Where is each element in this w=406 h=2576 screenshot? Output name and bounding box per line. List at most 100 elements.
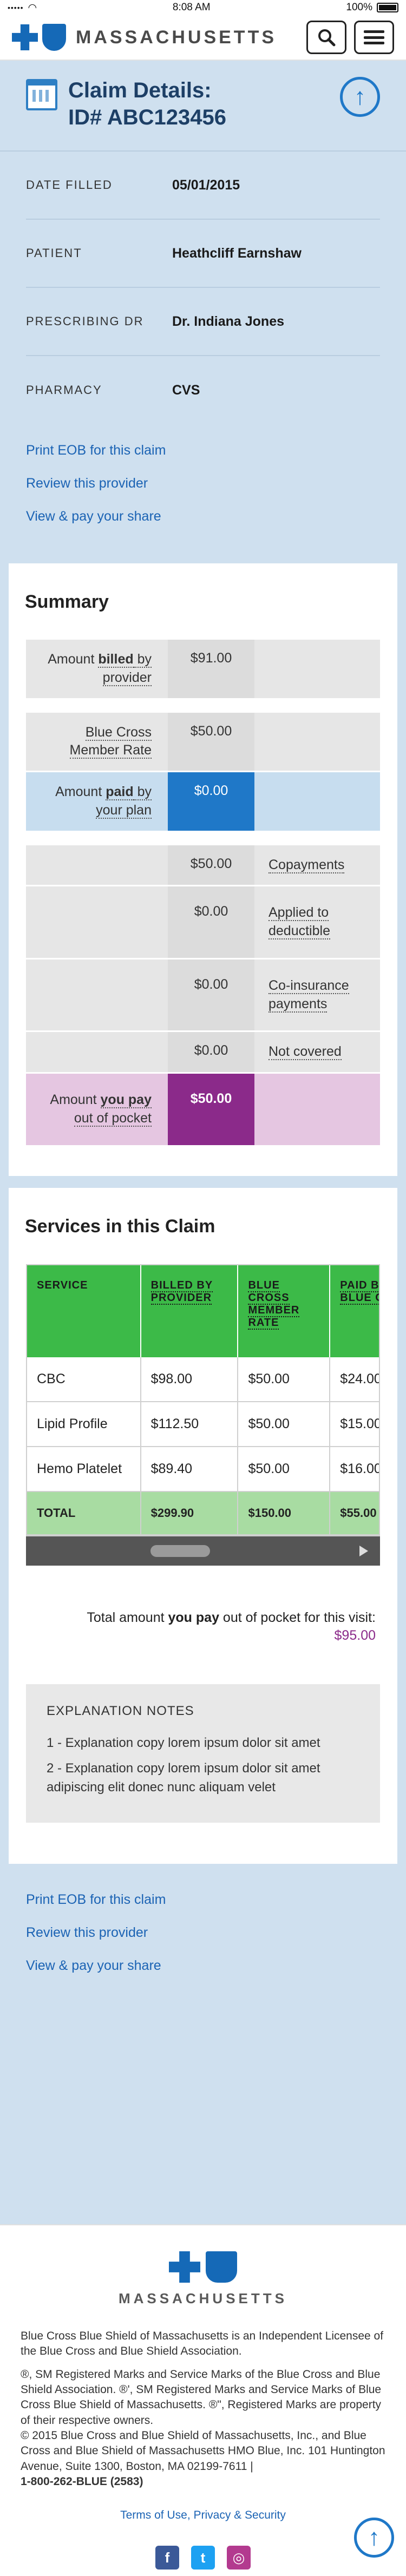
cell-total-rate: $150.00: [238, 1491, 331, 1535]
coinsurance-value: $0.00: [168, 959, 254, 1031]
detail-value: CVS: [172, 382, 200, 398]
visit-total-amount: $95.00: [334, 1628, 376, 1644]
member-rate-row: Blue Cross Member Rate $50.00: [26, 712, 380, 772]
detail-label: PATIENT: [26, 246, 82, 260]
back-to-top-button[interactable]: ↑: [354, 2518, 394, 2558]
bottom-links: Print EOB for this claim Review this pro…: [0, 1864, 406, 2023]
blue-cross-icon: [12, 24, 38, 50]
col-member-rate: BLUE CROSS MEMBER RATE: [238, 1265, 331, 1357]
cell-service: Hemo Platelet: [27, 1446, 141, 1492]
paid-value: $0.00: [168, 772, 254, 831]
signal-icon: •••••: [8, 3, 24, 12]
paid-label: Amount paid by your plan: [26, 772, 168, 831]
cell-paid: $24.00: [330, 1357, 379, 1402]
explanation-notes: EXPLANATION NOTES 1 - Explanation copy l…: [26, 1684, 380, 1823]
summary-grid: Amount billed by provider $91.00 Blue Cr…: [26, 640, 380, 1147]
copay-row: $50.00 Copayments: [26, 845, 380, 887]
pay-share-link[interactable]: View & pay your share: [26, 509, 380, 524]
menu-button[interactable]: [354, 21, 394, 54]
claim-title-line1: Claim Details:: [68, 78, 212, 102]
battery-icon: [377, 3, 398, 12]
note-item: 2 - Explanation copy lorem ipsum dolor s…: [47, 1760, 320, 1795]
scroll-right-icon[interactable]: [359, 1545, 368, 1556]
calendar-icon: [26, 79, 57, 110]
page: ••••• ◠ 8:08 AM 100% MASSACHUSETTS Claim…: [0, 0, 406, 2576]
detail-value: Heathcliff Earnshaw: [172, 245, 302, 261]
claim-links: Print EOB for this claim Review this pro…: [26, 424, 380, 524]
table-scrollbar[interactable]: [26, 1536, 380, 1566]
table-header-row: SERVICE BILLED BY PROVIDER BLUE CROSS ME…: [27, 1265, 379, 1357]
services-card: Services in this Claim SERVICE BILLED BY…: [9, 1187, 397, 1864]
cell-paid: $16.00: [330, 1446, 379, 1492]
member-rate-label: Blue Cross Member Rate: [26, 712, 168, 771]
scroll-thumb[interactable]: [150, 1545, 210, 1557]
table-total-row: TOTAL $299.90 $150.00 $55.00: [27, 1491, 379, 1535]
coinsurance-label: Co-insurance payments: [254, 959, 380, 1031]
blue-cross-icon: [169, 2251, 200, 2283]
detail-row-patient: PATIENT Heathcliff Earnshaw: [26, 220, 380, 288]
brand-name: MASSACHUSETTS: [76, 27, 277, 48]
legal-para: Blue Cross Blue Shield of Massachusetts …: [21, 2330, 384, 2358]
search-icon: [318, 29, 336, 47]
deductible-label: Applied to deductible: [254, 886, 380, 958]
terms-link[interactable]: Terms of Use, Privacy & Security: [21, 2509, 385, 2522]
instagram-icon[interactable]: ◎: [227, 2546, 251, 2570]
print-eob-link[interactable]: Print EOB for this claim: [26, 1892, 380, 1908]
cell-paid: $15.00: [330, 1401, 379, 1447]
search-button[interactable]: [306, 21, 346, 54]
claim-details: Claim Details: ID# ABC123456 ↑ DATE FILL…: [0, 61, 406, 563]
footer-legal: Blue Cross Blue Shield of Massachusetts …: [21, 2329, 385, 2489]
col-paid: PAID BY BLUE CROSS: [330, 1265, 379, 1357]
collapse-button[interactable]: ↑: [340, 77, 380, 117]
claim-id: ID# ABC123456: [68, 106, 227, 129]
copay-label: Copayments: [254, 845, 380, 885]
not-covered-row: $0.00 Not covered: [26, 1032, 380, 1074]
detail-value: 05/01/2015: [172, 177, 240, 193]
status-time: 8:08 AM: [172, 2, 211, 13]
not-covered-value: $0.00: [168, 1032, 254, 1072]
billed-value: $91.00: [168, 640, 254, 698]
cell-service: Lipid Profile: [27, 1401, 141, 1447]
copay-value: $50.00: [168, 845, 254, 885]
detail-label: PRESCRIBING DR: [26, 314, 144, 328]
arrow-up-icon: ↑: [368, 2524, 380, 2551]
summary-title: Summary: [25, 592, 109, 612]
cell-rate: $50.00: [238, 1401, 331, 1447]
services-table-wrapper[interactable]: SERVICE BILLED BY PROVIDER BLUE CROSS ME…: [26, 1264, 380, 1536]
review-provider-link[interactable]: Review this provider: [26, 476, 380, 491]
billed-label: Amount billed by provider: [26, 640, 168, 698]
summary-card: Summary Amount billed by provider $91.00…: [9, 563, 397, 1176]
you-pay-label: Amount you pay out of pocket: [26, 1074, 168, 1145]
bcbs-logo[interactable]: [12, 24, 66, 51]
pay-share-link[interactable]: View & pay your share: [26, 1958, 380, 1974]
deductible-row: $0.00 Applied to deductible: [26, 886, 380, 960]
services-title: Services in this Claim: [25, 1215, 215, 1237]
footer: MASSACHUSETTS Blue Cross Blue Shield of …: [0, 2224, 406, 2576]
note-item: 1 - Explanation copy lorem ipsum dolor s…: [47, 1736, 320, 1750]
footer-phone: 1-800-262-BLUE (2583): [21, 2475, 143, 2488]
services-table: SERVICE BILLED BY PROVIDER BLUE CROSS ME…: [27, 1265, 379, 1535]
twitter-icon[interactable]: t: [191, 2546, 215, 2570]
deductible-value: $0.00: [168, 886, 254, 958]
review-provider-link[interactable]: Review this provider: [26, 1925, 380, 1941]
detail-label: DATE FILLED: [26, 178, 113, 192]
cell-billed: $112.50: [140, 1401, 239, 1447]
table-row: Hemo Platelet $89.40 $50.00 $16.00: [27, 1446, 379, 1492]
app-header: MASSACHUSETTS: [0, 15, 406, 61]
cell-rate: $50.00: [238, 1446, 331, 1492]
paid-row: Amount paid by your plan $0.00: [26, 772, 380, 832]
detail-row-date: DATE FILLED 05/01/2015: [26, 152, 380, 220]
coinsurance-row: $0.00 Co-insurance payments: [26, 959, 380, 1033]
print-eob-link[interactable]: Print EOB for this claim: [26, 443, 380, 458]
cell-total-label: TOTAL: [27, 1491, 141, 1535]
col-service: SERVICE: [27, 1265, 141, 1357]
cell-billed: $89.40: [140, 1446, 239, 1492]
footer-logo: [21, 2251, 385, 2283]
footer-brand: MASSACHUSETTS: [118, 2290, 287, 2306]
facebook-icon[interactable]: f: [155, 2546, 179, 2570]
cell-total-billed: $299.90: [140, 1491, 239, 1535]
table-row: Lipid Profile $112.50 $50.00 $15.00: [27, 1401, 379, 1447]
col-billed: BILLED BY PROVIDER: [140, 1265, 239, 1357]
cell-rate: $50.00: [238, 1357, 331, 1402]
table-row: CBC $98.00 $50.00 $24.00: [27, 1357, 379, 1402]
